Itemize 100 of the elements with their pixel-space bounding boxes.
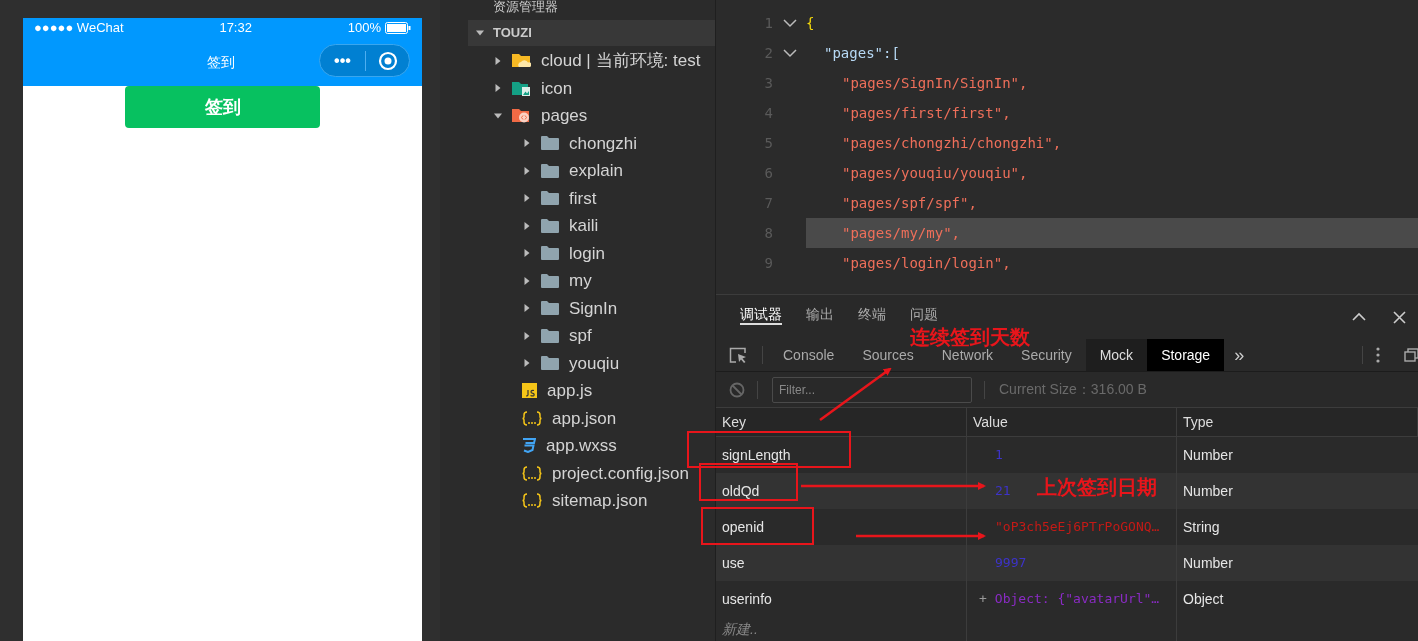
- tree-item-label[interactable]: my: [569, 268, 592, 294]
- json-file-icon: [522, 493, 542, 509]
- annotation-text: 连续签到天数: [910, 327, 1030, 347]
- collapse-icon[interactable]: [1352, 312, 1366, 322]
- battery-icon: [385, 22, 411, 34]
- devtools-tab[interactable]: Mock: [1085, 339, 1148, 371]
- tree-item-label[interactable]: explain: [569, 158, 623, 184]
- caret-icon[interactable]: [494, 56, 502, 65]
- expand-toggle[interactable]: +: [979, 589, 987, 609]
- folder-icon: [541, 136, 559, 151]
- caret-icon[interactable]: [494, 111, 502, 120]
- table-cell-text: 21: [995, 482, 1011, 501]
- tree-item-label[interactable]: sitemap.json: [552, 488, 648, 514]
- panel-tab[interactable]: 调试器: [740, 301, 782, 325]
- devtools-tab[interactable]: Sources: [848, 348, 928, 362]
- code-line: "pages/chongzhi/chongzhi",: [841, 133, 1062, 153]
- explorer-title: 资源管理器: [493, 0, 558, 17]
- folder-icon: [541, 191, 559, 206]
- table-cell-text: Number: [1182, 481, 1234, 501]
- folder-icon: [541, 301, 559, 316]
- caret-icon[interactable]: [494, 84, 502, 93]
- clock-text: 17:32: [219, 19, 252, 38]
- code-folder-icon: [512, 108, 531, 124]
- tree-item-label[interactable]: app.js: [547, 378, 593, 404]
- tree-item-label[interactable]: SignIn: [569, 295, 618, 321]
- carrier-text: ●●●●● WeChat: [34, 19, 124, 38]
- close-icon[interactable]: [1393, 310, 1406, 324]
- more-icon[interactable]: •••: [320, 48, 365, 73]
- folder-icon: [541, 356, 559, 371]
- table-cell-text: Number: [1182, 553, 1234, 573]
- current-size-text: Current Size：316.00 B: [999, 380, 1147, 399]
- folder-icon: [541, 163, 559, 178]
- table-cell-text: String: [1182, 517, 1221, 537]
- tree-item-label[interactable]: app.json: [552, 405, 617, 431]
- caret-icon[interactable]: [523, 331, 531, 340]
- caret-icon[interactable]: [523, 276, 531, 285]
- code-line: "pages/SignIn/SignIn",: [841, 73, 1028, 93]
- table-cell-text: Object: {"avatarUrl"…: [994, 590, 1160, 609]
- tree-item-label[interactable]: pages: [541, 103, 588, 129]
- inspect-icon[interactable]: [729, 346, 748, 364]
- panel-tab[interactable]: 输出: [806, 301, 834, 325]
- tree-item-label[interactable]: youqiu: [569, 350, 620, 376]
- folder-icon: [541, 246, 559, 261]
- column-header: Key: [716, 408, 967, 436]
- table-cell-text: Number: [1182, 445, 1234, 465]
- devtools-tab[interactable]: Storage: [1147, 339, 1225, 371]
- more-tabs-icon[interactable]: »: [1234, 341, 1245, 369]
- caret-icon[interactable]: [523, 194, 531, 203]
- code-line: "pages/spf/spf",: [841, 193, 977, 213]
- caret-icon[interactable]: [523, 359, 531, 368]
- folder-icon: [541, 218, 559, 233]
- column-header: Value: [967, 408, 1177, 436]
- tree-item-label[interactable]: first: [569, 185, 597, 211]
- table-cell-text: 9997: [995, 554, 1027, 573]
- image-folder-icon: [512, 80, 531, 96]
- code-line: "pages/first/first",: [841, 103, 1011, 123]
- tree-item-label[interactable]: project.config.json: [552, 460, 690, 486]
- code-line: "pages/login/login",: [841, 253, 1011, 273]
- css-file-icon: [522, 438, 536, 454]
- tree-item-label[interactable]: login: [569, 240, 605, 266]
- fold-icon[interactable]: [782, 18, 797, 28]
- caret-icon[interactable]: [523, 249, 531, 258]
- code-line: {: [806, 13, 815, 33]
- json-file-icon: [522, 465, 542, 481]
- tree-item-label[interactable]: kaili: [569, 213, 599, 239]
- panel-tab[interactable]: 问题: [910, 301, 938, 325]
- tree-item-label[interactable]: app.wxss: [546, 433, 617, 459]
- json-file-icon: [522, 410, 542, 426]
- page-title: 签到: [207, 52, 235, 72]
- tree-item-label[interactable]: cloud | 当前环境: test: [541, 48, 701, 74]
- column-header: Type: [1177, 408, 1418, 436]
- tree-item-label[interactable]: spf: [569, 323, 592, 349]
- capsule-menu[interactable]: •••: [319, 44, 410, 77]
- new-entry-text[interactable]: 新建..: [722, 618, 758, 640]
- filter-field[interactable]: Filter...: [772, 376, 972, 403]
- folder-icon: [541, 328, 559, 343]
- caret-icon[interactable]: [523, 166, 531, 175]
- devtools-tab[interactable]: Security: [1007, 348, 1086, 362]
- caret-icon[interactable]: [476, 29, 484, 37]
- tree-item-label[interactable]: icon: [541, 75, 573, 101]
- folder-icon: [541, 273, 559, 288]
- devtools-tab[interactable]: Console: [769, 348, 849, 362]
- menu-icon[interactable]: [1376, 347, 1380, 363]
- devtools-tab[interactable]: Network: [927, 348, 1008, 362]
- cloud-folder-icon: [512, 53, 531, 69]
- table-cell-text: 1: [995, 446, 1003, 465]
- js-file-icon: [522, 383, 537, 399]
- tree-item-label[interactable]: chongzhi: [569, 130, 638, 156]
- project-header[interactable]: TOUZI: [468, 20, 715, 46]
- code-line: "pages/my/my",: [841, 223, 960, 243]
- battery-text: 100%: [347, 19, 381, 38]
- caret-icon[interactable]: [523, 304, 531, 313]
- caret-icon[interactable]: [523, 221, 531, 230]
- fold-icon[interactable]: [782, 48, 797, 58]
- caret-icon[interactable]: [523, 139, 531, 148]
- dock-icon[interactable]: [1404, 348, 1418, 362]
- code-line: "pages/youqiu/youqiu",: [841, 163, 1028, 183]
- code-line: "pages":[: [823, 43, 900, 63]
- panel-tab[interactable]: 终端: [858, 301, 886, 325]
- clear-icon[interactable]: [729, 381, 745, 398]
